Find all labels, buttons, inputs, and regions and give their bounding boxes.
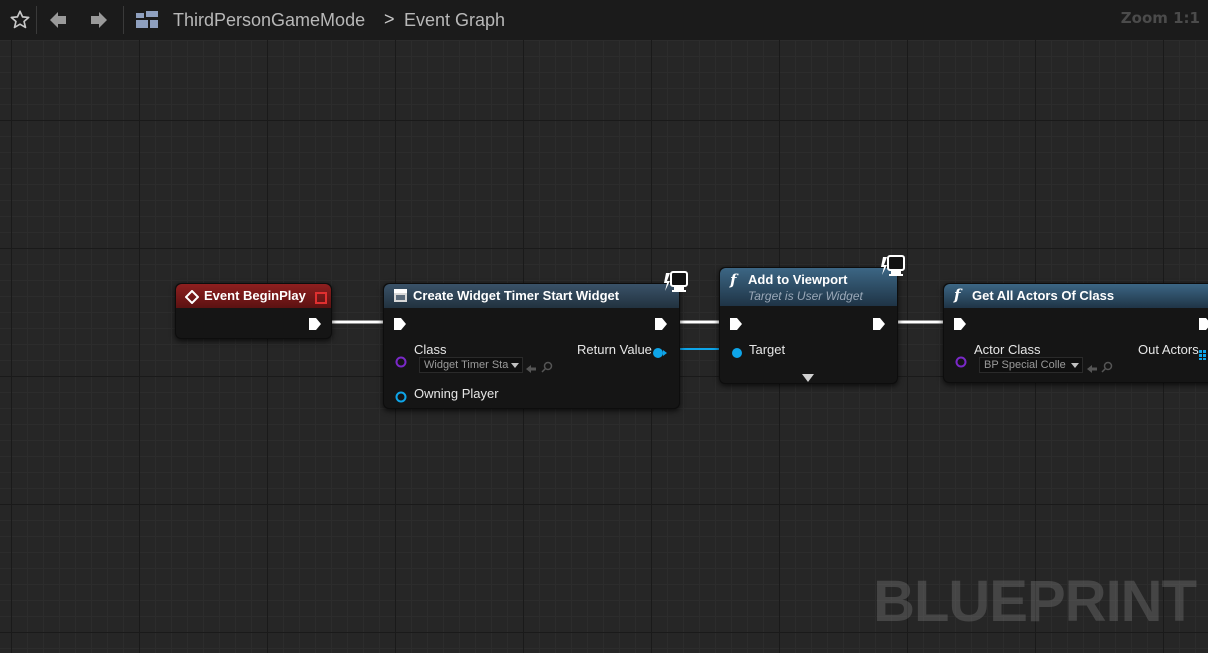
- node-title: Event BeginPlay: [204, 288, 306, 303]
- editor-toolbar: ThirdPersonGameMode > Event Graph Zoom 1…: [0, 0, 1208, 40]
- node-create-widget[interactable]: Create Widget Timer Start Widget Class W…: [383, 271, 688, 409]
- actor-class-pin-icon[interactable]: [955, 353, 967, 372]
- function-f-icon: f: [954, 286, 961, 304]
- class-dropdown-value: Widget Timer Sta: [424, 359, 509, 371]
- class-dropdown[interactable]: Widget Timer Sta: [419, 357, 523, 373]
- exec-out-pin-icon[interactable]: [872, 316, 886, 335]
- favorite-star-icon[interactable]: [7, 7, 33, 33]
- browse-search-icon[interactable]: [541, 358, 553, 377]
- node-subtitle: Target is User Widget: [748, 289, 863, 303]
- breadcrumb-graph[interactable]: Event Graph: [404, 10, 505, 31]
- exec-in-pin-icon[interactable]: [393, 316, 407, 335]
- actor-class-label: Actor Class: [974, 342, 1041, 357]
- expand-arrow-icon[interactable]: [801, 368, 815, 387]
- latent-monitor-icon: [663, 270, 689, 300]
- node-add-to-viewport[interactable]: f Add to Viewport Target is User Widget …: [719, 255, 905, 387]
- class-pin-icon[interactable]: [395, 353, 407, 372]
- breadcrumb-chevron-icon: >: [384, 9, 395, 29]
- owning-player-pin-icon[interactable]: [395, 388, 407, 407]
- function-f-icon: f: [730, 271, 737, 289]
- node-get-all-actors[interactable]: f Get All Actors Of Class Actor Class BP…: [943, 283, 1208, 383]
- return-value-label: Return Value: [577, 342, 652, 357]
- target-pin-label: Target: [749, 342, 786, 357]
- node-title: Get All Actors Of Class: [972, 288, 1115, 303]
- event-diamond-icon: [184, 289, 200, 308]
- exec-in-pin-icon[interactable]: [729, 316, 743, 335]
- delegate-pin-icon[interactable]: [315, 289, 327, 308]
- node-title: Create Widget Timer Start Widget: [413, 288, 620, 303]
- node-event-beginplay[interactable]: Event BeginPlay: [175, 283, 332, 339]
- exec-out-pin-icon[interactable]: [654, 316, 668, 335]
- chevron-down-icon: [511, 363, 519, 368]
- exec-out-pin-icon[interactable]: [1198, 316, 1208, 335]
- latent-monitor-icon: [880, 254, 906, 284]
- class-pin-label: Class: [414, 342, 447, 357]
- exec-in-pin-icon[interactable]: [953, 316, 967, 335]
- breadcrumb-blueprint[interactable]: ThirdPersonGameMode: [173, 10, 365, 31]
- zoom-level: Zoom 1:1: [1120, 9, 1200, 27]
- forward-arrow-icon[interactable]: [86, 7, 112, 33]
- back-arrow-icon[interactable]: [45, 7, 71, 33]
- blueprint-watermark: BLUEPRINT: [873, 569, 1197, 634]
- chevron-down-icon: [1071, 363, 1079, 368]
- owning-player-label: Owning Player: [414, 386, 499, 401]
- widget-icon: [393, 288, 408, 307]
- node-title: Add to Viewport: [748, 272, 848, 287]
- browse-search-icon[interactable]: [1101, 358, 1113, 377]
- actor-class-dropdown-value: BP Special Colle: [984, 359, 1066, 371]
- out-actors-label: Out Actors: [1138, 342, 1199, 357]
- blueprint-graph-icon: [134, 7, 160, 33]
- target-pin-icon[interactable]: [730, 344, 744, 363]
- array-pin-icon[interactable]: [1199, 345, 1208, 364]
- use-selected-arrow-icon[interactable]: [1086, 359, 1098, 378]
- use-selected-arrow-icon[interactable]: [525, 359, 537, 378]
- actor-class-dropdown[interactable]: BP Special Colle: [979, 357, 1083, 373]
- return-value-pin-icon[interactable]: [652, 344, 668, 363]
- exec-out-pin-icon[interactable]: [308, 316, 322, 335]
